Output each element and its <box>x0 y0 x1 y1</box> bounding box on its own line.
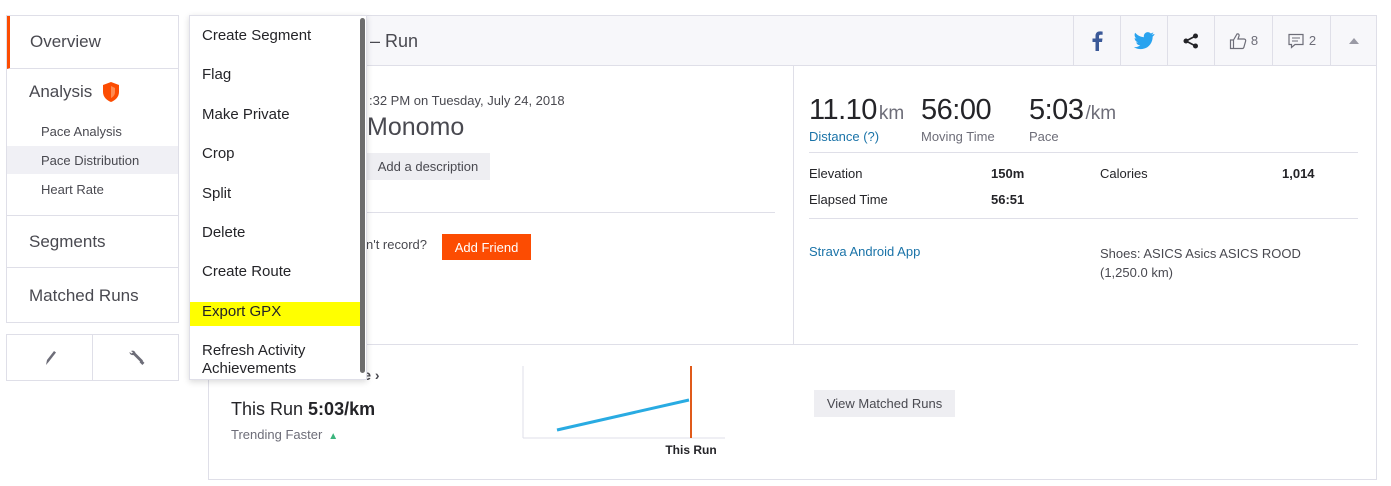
sidebar-item-label: Analysis <box>29 82 93 101</box>
facebook-icon <box>1092 30 1103 51</box>
sidebar-subitem-pace-distribution[interactable]: Pace Distribution <box>7 146 178 174</box>
trending-status: Trending Faster ▲ <box>231 427 338 442</box>
activity-name: Monomo <box>367 113 465 141</box>
subitem-label: Pace Distribution <box>41 152 140 168</box>
activity-tools <box>6 334 179 381</box>
activity-header: e – Run 8 2 <box>209 16 1376 66</box>
elapsed-time-value: 56:51 <box>991 192 1025 207</box>
add-description-button[interactable]: Add a description <box>366 153 490 180</box>
comments-button[interactable]: 2 <box>1272 16 1330 65</box>
thumbs-up-icon <box>1229 32 1247 49</box>
sidebar-item-analysis[interactable]: Analysis <box>7 70 178 114</box>
comment-icon <box>1288 33 1304 49</box>
wrench-icon <box>129 350 144 365</box>
sidebar-item-matched-runs[interactable]: Matched Runs <box>7 269 178 322</box>
divider <box>809 152 1358 153</box>
menu-item-flag[interactable]: Flag <box>190 66 360 84</box>
matched-runs-chart: This Run <box>519 364 729 462</box>
menu-item-crop[interactable]: Crop <box>190 145 360 163</box>
this-run-pace: This Run 5:03/km <box>231 399 375 420</box>
activity-date: :32 PM on Tuesday, July 24, 2018 <box>369 93 565 108</box>
sidebar-subitem-heart-rate[interactable]: Heart Rate <box>7 175 178 203</box>
menu-scrollbar[interactable] <box>360 18 365 373</box>
menu-item-split[interactable]: Split <box>190 185 360 203</box>
distance-unit: km <box>878 103 905 124</box>
elapsed-time-label: Elapsed Time <box>809 192 888 207</box>
sidebar-item-label: Segments <box>29 231 106 251</box>
shield-icon <box>101 81 121 103</box>
record-prompt: n't record? <box>366 237 428 252</box>
add-friend-button[interactable]: Add Friend <box>442 234 531 260</box>
menu-item-create-route[interactable]: Create Route <box>190 263 360 281</box>
divider <box>357 212 775 213</box>
triangle-up-icon: ▲ <box>328 431 339 442</box>
pace-label: Pace <box>1029 129 1059 144</box>
facebook-share-button[interactable] <box>1073 16 1120 65</box>
menu-item-make-private[interactable]: Make Private <box>190 106 360 124</box>
distance-help-link[interactable]: Distance (?) <box>809 129 904 144</box>
divider <box>209 344 1358 345</box>
menu-item-delete[interactable]: Delete <box>190 224 360 242</box>
actions-button[interactable] <box>92 335 178 380</box>
sidebar-item-label: Overview <box>30 32 101 51</box>
menu-item-export-gpx[interactable]: Export GPX <box>190 302 360 326</box>
this-run-label: This Run <box>231 399 304 419</box>
stat-moving-time: 56:00 Moving Time <box>921 94 995 144</box>
sidebar-subitem-pace-analysis[interactable]: Pace Analysis <box>7 117 178 145</box>
collapse-button[interactable] <box>1330 16 1376 65</box>
sidebar-item-overview[interactable]: Overview <box>7 16 178 69</box>
elevation-value: 150m <box>991 166 1025 181</box>
this-run-pace-value: 5:03/km <box>308 399 376 419</box>
edit-button[interactable] <box>7 335 92 380</box>
kudos-button[interactable]: 8 <box>1214 16 1272 65</box>
calories-value: 1,014 <box>1282 166 1315 181</box>
distance-value: 11.10 <box>809 94 877 126</box>
stat-distance: 11.10 km Distance (?) <box>809 94 904 144</box>
chart-this-run-label: This Run <box>665 443 716 457</box>
pace-unit: /km <box>1085 103 1117 124</box>
kudos-count: 8 <box>1250 33 1259 48</box>
subitem-label: Pace Analysis <box>41 123 122 139</box>
share-button[interactable] <box>1167 16 1214 65</box>
divider <box>793 66 794 344</box>
calories-label: Calories <box>1100 166 1148 181</box>
actions-menu: Create Segment Flag Make Private Crop Sp… <box>189 15 367 380</box>
view-matched-runs-button[interactable]: View Matched Runs <box>814 390 955 417</box>
stat-pace: 5:03/km Pace <box>1029 94 1116 144</box>
shoes-info: Shoes: ASICS Asics ASICS ROOD (1,250.0 k… <box>1100 246 1301 280</box>
menu-item-refresh-achievements[interactable]: Refresh Activity Achievements <box>190 342 350 378</box>
menu-item-create-segment[interactable]: Create Segment <box>190 27 360 45</box>
sidebar-item-segments[interactable]: Segments <box>7 215 178 268</box>
moving-time-value: 56:00 <box>921 94 992 126</box>
chevron-up-icon <box>1348 37 1359 44</box>
elevation-label: Elevation <box>809 166 863 181</box>
chart-trend-line <box>556 398 690 432</box>
twitter-share-button[interactable] <box>1120 16 1167 65</box>
share-icon <box>1183 33 1198 48</box>
subitem-label: Heart Rate <box>41 181 104 197</box>
comment-count: 2 <box>1308 33 1317 48</box>
moving-time-label: Moving Time <box>921 129 995 144</box>
trending-label: Trending Faster <box>231 427 323 442</box>
twitter-icon <box>1133 31 1155 49</box>
pencil-icon <box>45 350 56 365</box>
activity-panel: e – Run 8 2 :32 PM on Tuesday, July 24, … <box>208 15 1377 480</box>
sidebar-item-label: Matched Runs <box>29 285 139 305</box>
device-app-link[interactable]: Strava Android App <box>809 244 920 259</box>
sidebar-nav: Overview Analysis Pace Analysis Pace Dis… <box>6 15 179 323</box>
divider <box>809 218 1358 219</box>
pace-value: 5:03 <box>1029 94 1084 126</box>
